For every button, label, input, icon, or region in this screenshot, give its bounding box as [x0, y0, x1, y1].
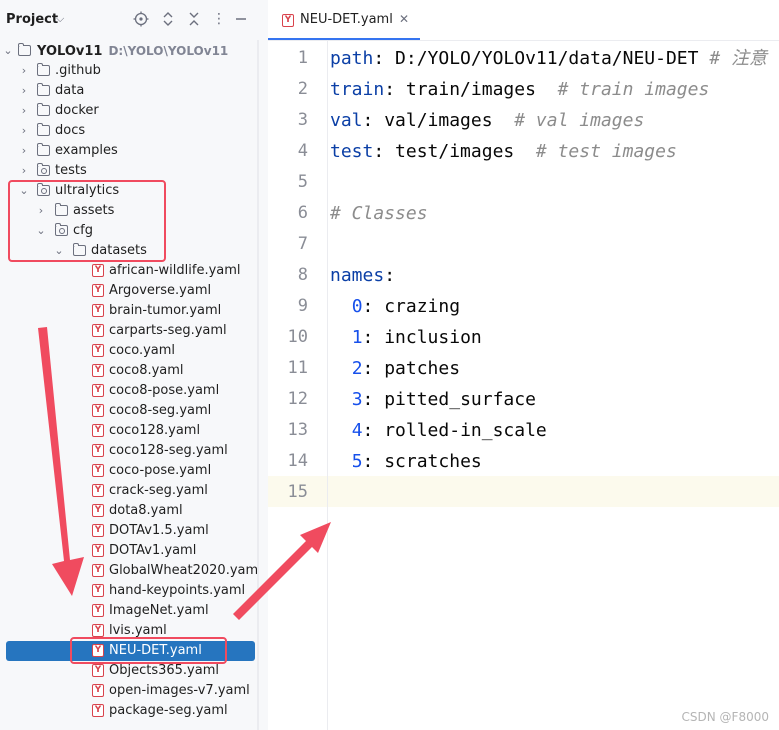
annotation-arrows [38, 327, 331, 620]
arrow-down [38, 327, 84, 596]
arrow-to-editor [233, 522, 331, 620]
